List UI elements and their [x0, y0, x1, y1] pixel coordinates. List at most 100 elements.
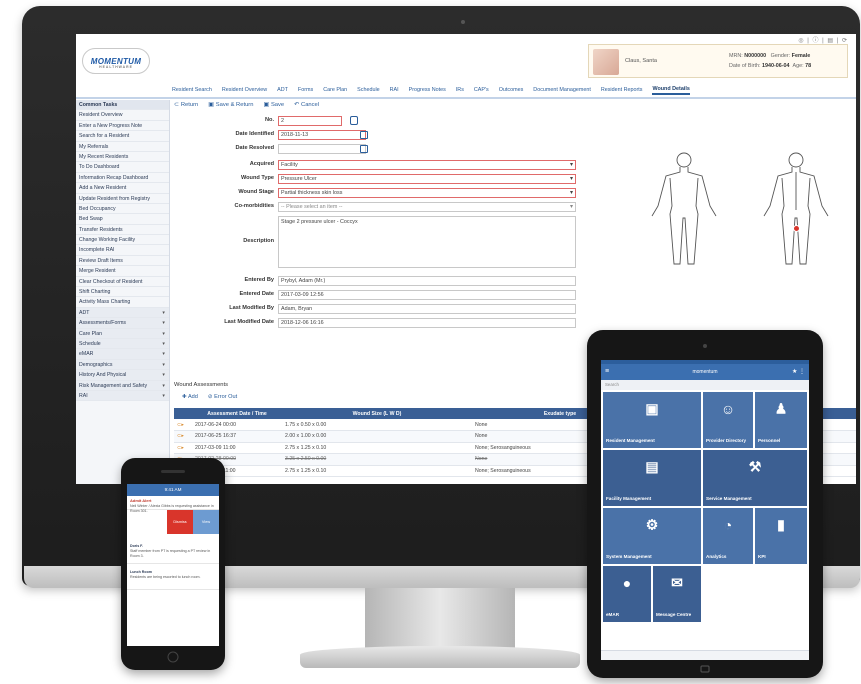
tile-kpi[interactable]: ▮ KPI: [755, 508, 807, 564]
phone-message-item[interactable]: Lunch Room Residents are being escorted …: [127, 568, 219, 590]
sidebar-section[interactable]: History And Physical: [76, 370, 169, 381]
tile-label: Resident Management: [606, 438, 655, 443]
calendar-icon[interactable]: [360, 145, 368, 153]
nav-item[interactable]: IRs: [456, 87, 464, 93]
column-header[interactable]: Wound Size (L W D): [282, 408, 472, 419]
wound-assessments-toolbar: ✚ Add ⊘ Error Out: [182, 394, 237, 400]
sidebar-header[interactable]: Common Tasks: [76, 100, 169, 111]
sidebar-item[interactable]: Merge Resident: [76, 266, 169, 277]
description-textarea[interactable]: Stage 2 pressure ulcer - Coccyx: [278, 216, 576, 268]
sidebar-item[interactable]: Shift Charting: [76, 287, 169, 298]
view-button[interactable]: View: [193, 510, 219, 534]
save-button[interactable]: ▣ Save: [263, 102, 284, 108]
date-resolved-label: Date Resolved: [235, 145, 274, 151]
dismiss-button[interactable]: Dismiss: [167, 510, 193, 534]
wound-type-select[interactable]: Pressure Ulcer: [278, 174, 576, 184]
nav-item[interactable]: Document Management: [533, 87, 591, 93]
nav-item[interactable]: Wound Details: [652, 86, 690, 95]
wound-stage-select[interactable]: Partial thickness skin loss: [278, 188, 576, 198]
nav-item[interactable]: Resident Search: [172, 87, 212, 93]
tile-provider-directory[interactable]: ☺ Provider Directory: [703, 392, 753, 448]
tile-service-management[interactable]: ⚒ Service Management: [703, 450, 807, 506]
sidebar-item[interactable]: Bed Occupancy: [76, 204, 169, 215]
sidebar-section[interactable]: Demographics: [76, 359, 169, 371]
date-resolved-field[interactable]: [278, 144, 366, 154]
form-row-entered-by: Entered By Prybyl, Adam (Mr.): [174, 276, 634, 286]
date-identified-field[interactable]: 2018-11-13: [278, 130, 366, 140]
sidebar-section[interactable]: RAI: [76, 390, 169, 402]
hamburger-icon[interactable]: ≡: [605, 364, 609, 380]
nav-item[interactable]: Progress Notes: [409, 87, 446, 93]
app-logo[interactable]: MOMENTUM HEALTHWARE: [82, 48, 150, 74]
sidebar-item[interactable]: Review Draft Items: [76, 256, 169, 267]
nav-item[interactable]: Outcomes: [499, 87, 524, 93]
tablet-search-input[interactable]: Search: [601, 380, 809, 390]
form-row-acquired: Acquired Facility: [174, 160, 634, 170]
phone-home-button-icon[interactable]: [163, 651, 183, 663]
attachment-icon[interactable]: [350, 116, 358, 125]
nav-item[interactable]: CAP's: [474, 87, 489, 93]
nav-item[interactable]: ADT: [277, 87, 288, 93]
column-header[interactable]: Assessment Date / Time: [192, 408, 282, 419]
return-button[interactable]: ⊂ Return: [174, 102, 198, 108]
nav-item[interactable]: RAI: [390, 87, 399, 93]
tile-emar[interactable]: ● eMAR: [603, 566, 651, 622]
sidebar-item[interactable]: Incomplete RAI: [76, 245, 169, 256]
patient-banner[interactable]: Claus, Santa MRN: N000000 Gender: Female…: [588, 44, 848, 78]
acquired-select[interactable]: Facility: [278, 160, 576, 170]
sidebar-item[interactable]: Transfer Residents: [76, 225, 169, 236]
sidebar-item[interactable]: Resident Overview: [76, 110, 169, 121]
sidebar-item[interactable]: Update Resident from Registry: [76, 194, 169, 204]
sidebar-section[interactable]: eMAR: [76, 349, 169, 360]
body-front-diagram[interactable]: [644, 150, 724, 270]
save-return-label: Save & Return: [215, 102, 254, 108]
sidebar-section[interactable]: Schedule: [76, 338, 169, 350]
tile-resident-management[interactable]: ▣ Resident Management: [603, 392, 701, 448]
sidebar-item[interactable]: Add a New Resident: [76, 183, 169, 194]
phone-message-item[interactable]: Doris F. Staff member from PT is request…: [127, 542, 219, 564]
nav-item[interactable]: Care Plan: [323, 87, 347, 93]
tile-message-centre[interactable]: ✉ Message Centre: [653, 566, 701, 622]
gender-value: Female: [791, 53, 811, 59]
tablet-home-button-icon[interactable]: [695, 664, 715, 674]
sidebar-section[interactable]: ADT: [76, 307, 169, 319]
sidebar-item[interactable]: Information Recap Dashboard: [76, 173, 169, 184]
tile-facility-management[interactable]: ▤ Facility Management: [603, 450, 701, 506]
sidebar-item[interactable]: Activity Mass Charting: [76, 297, 169, 308]
sidebar-section[interactable]: Risk Management and Safety: [76, 380, 169, 391]
tablet-menu-icon[interactable]: ★ ⋮: [792, 364, 805, 380]
age-value: 78: [805, 63, 812, 69]
row-open-icon[interactable]: ⊂▸: [174, 419, 192, 431]
wound-location-marker[interactable]: [793, 225, 800, 232]
header-toolbar-icons[interactable]: ◎ | ⓘ | ▤ | ⟳: [798, 35, 848, 44]
calendar-icon[interactable]: [360, 131, 368, 139]
row-open-icon[interactable]: ⊂▸: [174, 442, 192, 454]
sidebar-item[interactable]: Clear Checkout of Resident: [76, 277, 169, 288]
nav-item[interactable]: Forms: [298, 87, 313, 93]
sidebar-item[interactable]: To Do Dashboard: [76, 162, 169, 173]
comorbidities-select[interactable]: -- Please select an item --: [278, 202, 576, 212]
nav-item[interactable]: Resident Overview: [222, 87, 267, 93]
body-back-diagram[interactable]: [756, 150, 836, 270]
sidebar-item[interactable]: Enter a New Progress Note: [76, 121, 169, 132]
dob-value: 1940-06-04: [761, 63, 790, 69]
nav-item[interactable]: Schedule: [357, 87, 379, 93]
tile-system-management[interactable]: ⚙ System Management: [603, 508, 701, 564]
sidebar-section[interactable]: Assessments/Forms: [76, 318, 169, 329]
sidebar-section[interactable]: Care Plan: [76, 328, 169, 339]
sidebar-item[interactable]: My Recent Residents: [76, 152, 169, 163]
error-out-button[interactable]: ⊘ Error Out: [208, 394, 237, 400]
save-return-button[interactable]: ▣ Save & Return: [208, 102, 253, 108]
add-assessment-button[interactable]: ✚ Add: [182, 394, 198, 400]
tile-personnel[interactable]: ♟ Personnel: [755, 392, 807, 448]
tile-analytics[interactable]: ◔ Analytics: [703, 508, 753, 564]
sidebar-item[interactable]: Bed Swap: [76, 214, 169, 225]
phone-alert-message[interactable]: Admit Alert Neil Winter / Alexia Gibbs i…: [127, 496, 219, 513]
sidebar-item[interactable]: Change Working Facility: [76, 235, 169, 246]
sidebar-item[interactable]: Search for a Resident: [76, 131, 169, 142]
sidebar-item[interactable]: My Referrals: [76, 142, 169, 152]
row-open-icon[interactable]: ⊂▸: [174, 430, 192, 443]
nav-item[interactable]: Resident Reports: [601, 87, 643, 93]
no-field[interactable]: 2: [278, 116, 342, 126]
cancel-button[interactable]: ↶ Cancel: [294, 102, 319, 108]
